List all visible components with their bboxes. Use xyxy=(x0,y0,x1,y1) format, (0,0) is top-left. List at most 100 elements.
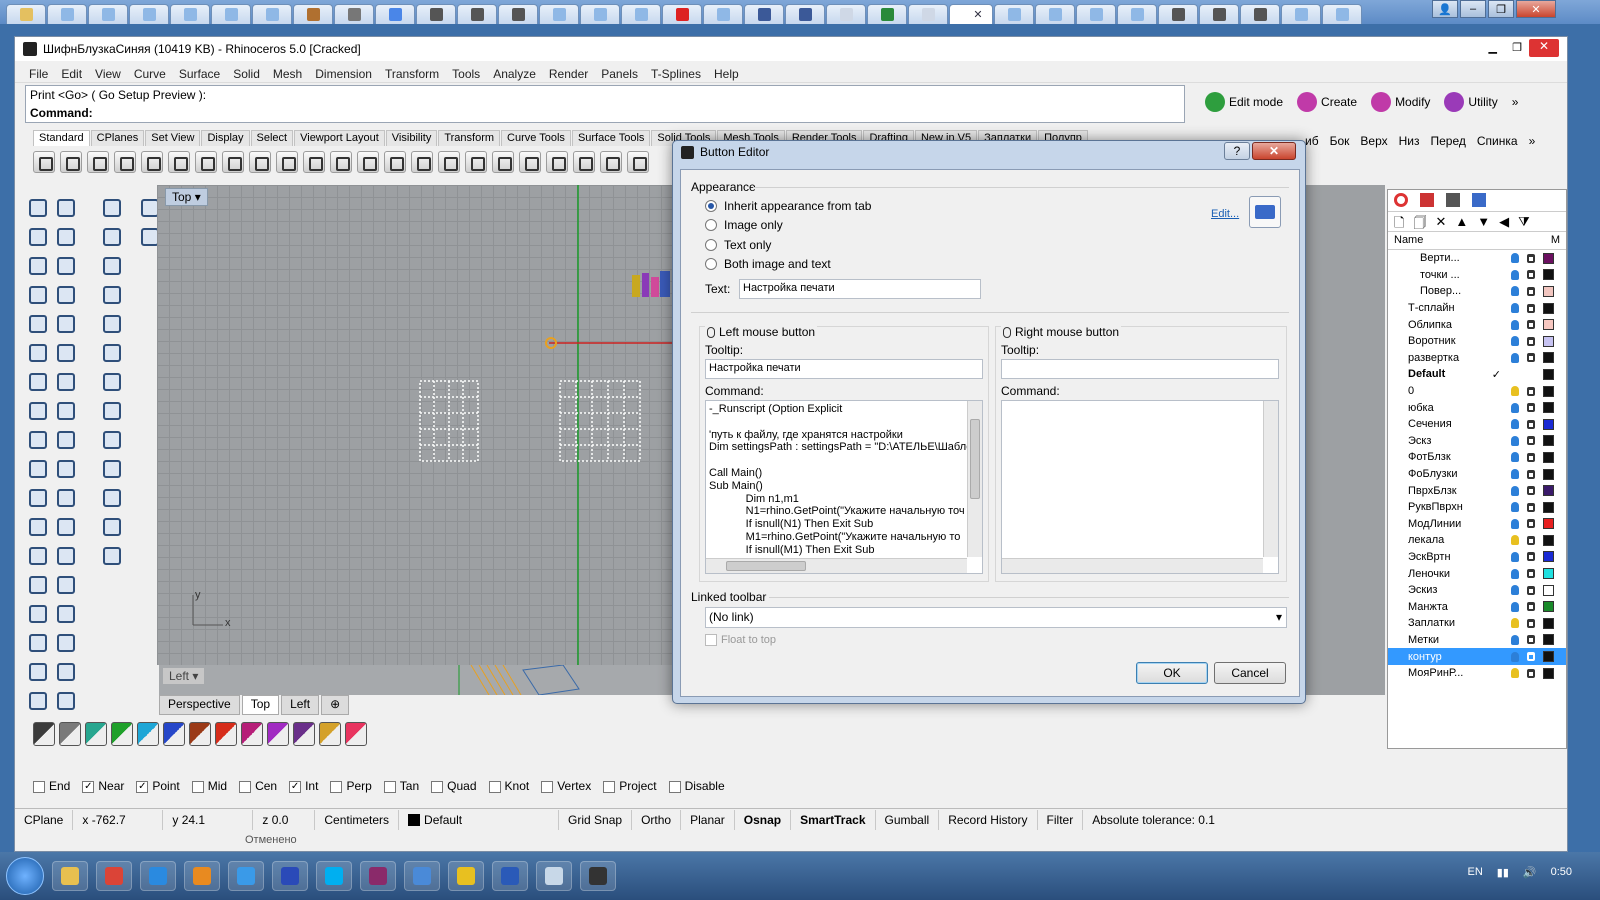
lock-icon[interactable] xyxy=(1527,286,1535,296)
lock-icon[interactable] xyxy=(1527,552,1535,562)
layer-color-swatch[interactable] xyxy=(1543,518,1554,530)
visibility-bulb-icon[interactable] xyxy=(1511,651,1519,662)
browser-tab[interactable] xyxy=(994,4,1034,24)
menu-edit[interactable]: Edit xyxy=(61,67,82,81)
add-viewport-icon[interactable]: ⊕ xyxy=(321,695,350,715)
menu-tools[interactable]: Tools xyxy=(452,67,480,81)
command-area[interactable]: Print <Go> ( Go Setup Preview ): Command… xyxy=(25,85,1185,123)
layer-row[interactable]: Заплатки xyxy=(1388,615,1566,632)
explode-icon[interactable] xyxy=(25,427,49,451)
language-indicator[interactable]: EN xyxy=(1467,866,1482,879)
layer-color-swatch[interactable] xyxy=(1543,451,1554,463)
browser-tab[interactable] xyxy=(293,4,333,24)
new-layer-icon[interactable]: 🗋 xyxy=(1394,214,1404,230)
visibility-bulb-icon[interactable] xyxy=(1511,303,1519,314)
visibility-bulb-icon[interactable] xyxy=(1511,435,1519,446)
brush-icon[interactable] xyxy=(99,456,123,480)
radio-both[interactable]: Both image and text xyxy=(705,257,831,271)
layer-color-swatch[interactable] xyxy=(1543,418,1554,430)
curve-icon[interactable] xyxy=(53,224,77,248)
visibility-bulb-icon[interactable] xyxy=(1511,352,1519,363)
browser-tab[interactable] xyxy=(47,4,87,24)
osnap-knot[interactable]: Knot xyxy=(488,779,529,793)
browser-tab[interactable] xyxy=(457,4,497,24)
cube-d-icon[interactable] xyxy=(99,427,123,451)
toolbar-tab[interactable]: Select xyxy=(250,130,294,146)
lock-icon[interactable] xyxy=(627,151,649,173)
minimize-icon[interactable]: ▁ xyxy=(1489,41,1497,54)
osnap-int[interactable]: ✓ Int xyxy=(289,779,318,793)
layers-tab-icon[interactable] xyxy=(1420,193,1434,207)
color-swatch-button[interactable] xyxy=(33,722,55,746)
right-tooltip-input[interactable] xyxy=(1001,359,1279,379)
named-view[interactable]: Низ xyxy=(1399,134,1420,148)
polyline-icon[interactable] xyxy=(25,224,49,248)
taskbar-app[interactable] xyxy=(184,861,220,891)
layer-row[interactable]: Default ✓ xyxy=(1388,366,1566,383)
layer-color-swatch[interactable] xyxy=(1543,368,1554,380)
lock-icon[interactable] xyxy=(1527,652,1535,662)
layer-row[interactable]: Т-сплайн xyxy=(1388,300,1566,317)
lock-icon[interactable] xyxy=(1527,519,1535,529)
filter-icon[interactable]: ⧩ xyxy=(1518,214,1530,229)
extrude-icon[interactable] xyxy=(53,398,77,422)
zoom-selected-icon[interactable] xyxy=(411,151,433,173)
taskbar-app[interactable] xyxy=(96,861,132,891)
point-icon[interactable] xyxy=(53,195,77,219)
layer-color-swatch[interactable] xyxy=(1543,534,1554,546)
browser-tab[interactable] xyxy=(621,4,661,24)
radio-inherit-appearance[interactable]: Inherit appearance from tab xyxy=(705,199,871,213)
layer-color-swatch[interactable] xyxy=(1543,667,1554,679)
maximize-button[interactable]: ❐ xyxy=(1488,0,1514,18)
visibility-bulb-icon[interactable] xyxy=(1511,269,1519,280)
lock-icon[interactable] xyxy=(1527,386,1535,396)
minimize-button[interactable]: – xyxy=(1460,0,1486,18)
cplane-status[interactable]: CPlane xyxy=(15,809,74,830)
lock-icon[interactable] xyxy=(1527,253,1535,263)
layer-color-swatch[interactable] xyxy=(1543,319,1554,331)
group-icon[interactable] xyxy=(25,572,49,596)
browser-tab[interactable] xyxy=(6,4,46,24)
color-swatch-button[interactable] xyxy=(215,722,237,746)
browser-tab[interactable] xyxy=(908,4,948,24)
toolbar-tab[interactable]: Set View xyxy=(145,130,201,146)
layer-row[interactable]: развертка xyxy=(1388,350,1566,367)
browser-tab[interactable] xyxy=(662,4,702,24)
layer-color-swatch[interactable] xyxy=(1543,402,1554,414)
layer-color-swatch[interactable] xyxy=(1543,601,1554,613)
browser-tab[interactable] xyxy=(129,4,169,24)
dimension-icon[interactable] xyxy=(53,543,77,567)
cube-a-icon[interactable] xyxy=(99,340,123,364)
browser-tab[interactable] xyxy=(334,4,374,24)
rectangle-icon[interactable] xyxy=(53,282,77,306)
browser-tab[interactable] xyxy=(416,4,456,24)
cylinder-icon[interactable] xyxy=(25,398,49,422)
visibility-bulb-icon[interactable] xyxy=(1511,668,1519,679)
mode-create[interactable]: Create xyxy=(1297,92,1357,112)
browser-tab[interactable] xyxy=(826,4,866,24)
layer-row[interactable]: Леночки xyxy=(1388,565,1566,582)
four-view-icon[interactable] xyxy=(465,151,487,173)
lock-icon[interactable] xyxy=(1527,535,1535,545)
layer-row[interactable]: контур xyxy=(1388,648,1566,665)
osnap-point[interactable]: ✓ Point xyxy=(136,779,180,793)
command-prompt[interactable]: Command: xyxy=(26,104,1184,122)
dialog-help-button[interactable]: ? xyxy=(1224,142,1250,160)
color-swatch-button[interactable] xyxy=(111,722,133,746)
restore-icon[interactable]: ❐ xyxy=(1512,41,1522,54)
ok-button[interactable]: OK xyxy=(1136,662,1208,684)
taskbar-app[interactable] xyxy=(272,861,308,891)
print-icon[interactable] xyxy=(114,151,136,173)
browser-tab[interactable] xyxy=(744,4,784,24)
visibility-bulb-icon[interactable] xyxy=(1511,601,1519,612)
mesh-icon[interactable] xyxy=(25,688,49,712)
radio-image-only[interactable]: Image only xyxy=(705,218,783,232)
select-icon[interactable] xyxy=(25,195,49,219)
cancel-button[interactable]: Cancel xyxy=(1214,662,1286,684)
new-file-icon[interactable] xyxy=(33,151,55,173)
taskbar-app[interactable] xyxy=(404,861,440,891)
browser-tab[interactable] xyxy=(498,4,538,24)
join-icon[interactable] xyxy=(53,485,77,509)
visibility-bulb-icon[interactable] xyxy=(1511,452,1519,463)
visibility-bulb-icon[interactable] xyxy=(1511,551,1519,562)
